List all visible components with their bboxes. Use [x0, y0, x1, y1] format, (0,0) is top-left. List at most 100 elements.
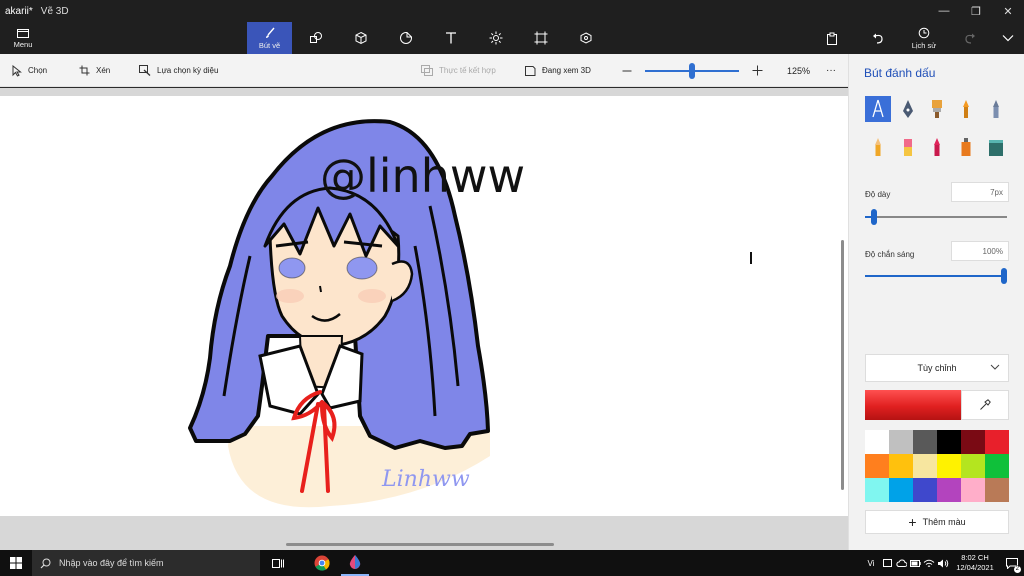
color-swatch[interactable]	[889, 430, 913, 454]
mixed-reality-button[interactable]: Thực tế kết hợp	[421, 54, 496, 87]
chrome-taskbar-button[interactable]	[308, 550, 336, 576]
undo-button[interactable]	[866, 22, 890, 54]
current-color-swatch[interactable]	[865, 390, 961, 420]
network-tray-button[interactable]	[922, 550, 936, 576]
thickness-slider[interactable]	[865, 209, 1007, 225]
zoom-level[interactable]: 125%	[787, 54, 810, 87]
brush-oil[interactable]	[924, 96, 950, 122]
color-swatch[interactable]	[961, 454, 985, 478]
tray-app-icon[interactable]	[880, 550, 894, 576]
spray-can-icon	[961, 138, 971, 156]
add-color-button[interactable]: + Thêm màu	[865, 510, 1009, 534]
brush-fill[interactable]	[983, 134, 1009, 160]
color-swatch[interactable]	[961, 430, 985, 454]
brush-marker[interactable]	[865, 96, 891, 122]
tool-brushes[interactable]: Bút vẽ	[247, 22, 292, 54]
view-3d-button[interactable]: Đang xem 3D	[524, 54, 591, 87]
color-swatch[interactable]	[913, 478, 937, 502]
wifi-icon	[923, 559, 935, 567]
maximize-button[interactable]: ❐	[960, 0, 992, 22]
pixel-pen-icon	[993, 100, 999, 118]
zoom-out-button[interactable]	[622, 54, 632, 87]
tool-effects[interactable]	[478, 22, 514, 54]
start-button[interactable]	[0, 550, 32, 576]
brush-crayon[interactable]	[924, 134, 950, 160]
opacity-slider[interactable]	[865, 268, 1007, 284]
brush-calligraphy-pen[interactable]	[895, 96, 921, 122]
color-swatch[interactable]	[913, 430, 937, 454]
color-swatch[interactable]	[937, 478, 961, 502]
crop-button[interactable]: Xén	[79, 54, 110, 87]
select-button[interactable]: Chọn	[12, 54, 47, 87]
volume-tray-button[interactable]	[936, 550, 950, 576]
brush-pencil[interactable]	[865, 134, 891, 160]
color-swatch[interactable]	[985, 430, 1009, 454]
eyedropper-icon	[980, 399, 991, 410]
horizontal-scrollbar[interactable]	[286, 543, 554, 546]
paste-button[interactable]	[820, 22, 844, 54]
expand-toolbar-button[interactable]	[996, 22, 1020, 54]
redo-button[interactable]	[958, 22, 982, 54]
canvas-workspace[interactable]: @linhww Linhww	[0, 88, 848, 550]
color-swatch[interactable]	[985, 454, 1009, 478]
panel-title: Bút đánh dấu	[864, 66, 936, 80]
tool-text[interactable]	[433, 22, 469, 54]
brush-pixel-pen[interactable]	[983, 96, 1009, 122]
task-view-button[interactable]	[264, 550, 292, 576]
marker-icon	[872, 99, 884, 118]
taskbar-search[interactable]: Nhập vào đây để tìm kiếm	[32, 550, 260, 576]
thickness-slider-thumb[interactable]	[870, 209, 877, 225]
undo-icon	[873, 33, 883, 44]
select-label: Chọn	[28, 66, 48, 75]
color-swatch[interactable]	[913, 454, 937, 478]
battery-icon	[909, 559, 921, 567]
notifications-button[interactable]: 2	[1000, 550, 1024, 576]
color-swatch[interactable]	[961, 478, 985, 502]
zoom-in-button[interactable]	[752, 54, 763, 87]
left-blush	[276, 289, 304, 303]
color-swatch[interactable]	[865, 454, 889, 478]
eyedropper-button[interactable]	[961, 390, 1009, 420]
vertical-scrollbar[interactable]	[841, 240, 844, 490]
color-mode-dropdown[interactable]: Tùy chỉnh	[865, 354, 1009, 382]
add-color-label: Thêm màu	[922, 517, 966, 527]
history-button[interactable]: Lịch sử	[906, 22, 942, 54]
opacity-slider-thumb[interactable]	[1001, 268, 1007, 284]
color-swatch[interactable]	[985, 478, 1009, 502]
history-icon	[918, 27, 930, 38]
mixed-reality-label: Thực tế kết hợp	[439, 66, 496, 75]
battery-tray-button[interactable]	[908, 550, 922, 576]
brush-watercolor[interactable]	[953, 96, 979, 122]
tool-stickers[interactable]	[388, 22, 424, 54]
clock-date: 12/04/2021	[956, 563, 994, 572]
right-blush	[358, 289, 386, 303]
color-swatch[interactable]	[865, 430, 889, 454]
color-swatch[interactable]	[865, 478, 889, 502]
magic-select-button[interactable]: Lựa chọn kỳ diệu	[139, 54, 218, 87]
drawing-canvas[interactable]: @linhww Linhww	[0, 96, 848, 516]
menu-button[interactable]: Menu	[6, 22, 40, 54]
tool-2d-shapes[interactable]	[298, 22, 334, 54]
paint3d-icon	[349, 555, 361, 569]
language-indicator[interactable]: Vi	[862, 550, 880, 576]
paint3d-taskbar-button[interactable]	[341, 550, 369, 576]
more-options-button[interactable]: ···	[826, 54, 836, 87]
thickness-input[interactable]: 7px	[951, 182, 1009, 202]
opacity-input[interactable]: 100%	[951, 241, 1009, 261]
color-swatch[interactable]	[889, 478, 913, 502]
taskbar-clock[interactable]: 8:02 CH 12/04/2021	[950, 553, 1000, 573]
close-button[interactable]: ✕	[992, 0, 1024, 22]
2d-shapes-icon	[310, 32, 322, 43]
tool-3d-shapes[interactable]	[343, 22, 379, 54]
onedrive-tray-button[interactable]	[894, 550, 908, 576]
minimize-button[interactable]: —	[928, 0, 960, 22]
windows-logo-icon	[10, 557, 22, 569]
tool-3d-library[interactable]	[568, 22, 604, 54]
color-swatch[interactable]	[937, 454, 961, 478]
zoom-slider-thumb[interactable]	[689, 63, 695, 79]
color-swatch[interactable]	[889, 454, 913, 478]
color-swatch[interactable]	[937, 430, 961, 454]
brush-spray-can[interactable]	[953, 134, 979, 160]
tool-canvas[interactable]	[523, 22, 559, 54]
brush-eraser[interactable]	[895, 134, 921, 160]
